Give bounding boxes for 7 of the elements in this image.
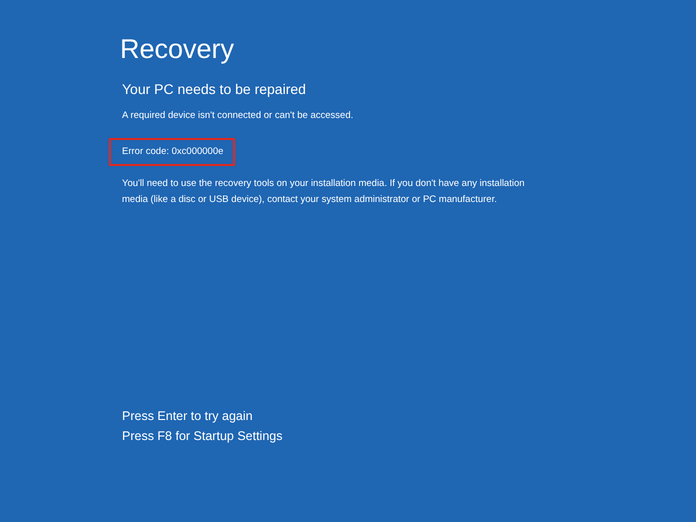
error-message: A required device isn't connected or can't be accessed. xyxy=(121,110,354,122)
instructions-text: You'll need to use the recovery tools on your installation media. If you don't have any installation media (like a disc or USB device), contact your system administrator or PC manufacturer. xyxy=(121,177,526,207)
error-code: Error code: 0xc000000e xyxy=(122,146,224,158)
page-subtitle: Your PC needs to be repaired xyxy=(121,80,306,98)
page-title: Recovery xyxy=(120,33,234,66)
key-option: Press F8 for Startup Settings xyxy=(122,426,282,446)
key-option: Press Enter to try again xyxy=(122,406,253,426)
